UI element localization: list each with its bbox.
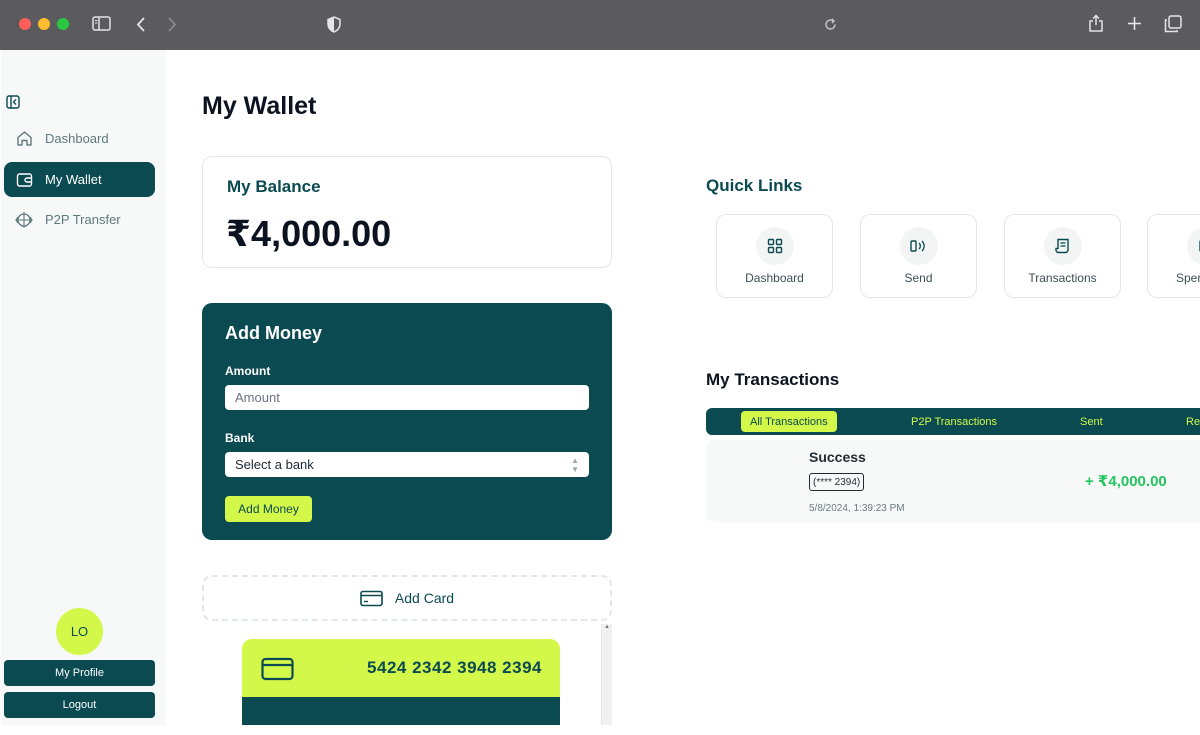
card-preview[interactable]: 5424 2342 3948 2394 [242,639,560,725]
new-tab-icon[interactable] [1127,16,1142,31]
home-icon [15,130,33,148]
transaction-tabs: All Transactions P2P Transactions Sent R… [706,408,1200,435]
quick-link-label: Transactions [1028,271,1097,285]
quick-link-send[interactable]: Send [860,214,977,298]
select-arrows-icon: ▲ ▼ [571,455,579,474]
card-preview-bottom [242,697,560,725]
logout-button[interactable]: Logout [4,692,155,718]
sidebar-item-my-wallet[interactable]: My Wallet [4,162,155,197]
sidebar-item-label: Dashboard [45,131,109,146]
tab-p2p-transactions[interactable]: P2P Transactions [902,411,1006,432]
back-icon[interactable] [136,17,146,32]
bank-label: Bank [225,431,255,445]
receipt-icon [1043,227,1082,265]
transactions-title: My Transactions [706,370,840,389]
contactless-icon [899,227,938,265]
bank-select[interactable]: Select a bank ▲ ▼ [225,452,589,477]
tab-sent[interactable]: Sent [1071,411,1112,432]
sidebar-item-dashboard[interactable]: Dashboard [4,121,155,156]
sidebar-collapse-icon[interactable] [6,95,20,109]
browser-toolbar [0,0,1200,50]
my-profile-button[interactable]: My Profile [4,660,155,686]
card-number: 5424 2342 3948 2394 [367,658,542,677]
sidebar: Dashboard My Wallet P2P Transfer LO My P… [1,50,166,725]
bank-select-value: Select a bank [235,457,314,472]
wallet-icon [15,171,33,189]
page-title: My Wallet [202,92,317,120]
amount-input[interactable]: Amount [225,385,589,410]
transaction-row[interactable]: Success (**** 2394) 5/8/2024, 1:39:23 PM… [706,440,1200,522]
add-money-form: Add Money Amount Amount Bank Select a ba… [202,303,612,540]
quick-link-label: Spen [1176,271,1200,285]
cards-scrollbar[interactable]: ▲ [601,624,612,725]
amount-label: Amount [225,364,271,378]
share-icon[interactable] [1088,14,1104,33]
quick-link-transactions[interactable]: Transactions [1004,214,1121,298]
balance-card: My Balance ₹4,000.00 [202,156,612,268]
add-money-title: Add Money [225,323,322,343]
credit-card-icon [360,590,383,607]
tab-overview-icon[interactable] [1164,15,1182,33]
transaction-status: Success [809,449,866,465]
quick-link-label: Send [904,271,933,285]
sidebar-item-p2p-transfer[interactable]: P2P Transfer [4,202,155,237]
minimize-window-button[interactable] [38,18,50,30]
add-money-button[interactable]: Add Money [225,496,312,522]
add-card-button[interactable]: Add Card [202,575,612,621]
zoom-window-button[interactable] [57,18,69,30]
balance-amount: ₹4,000.00 [226,213,392,254]
credit-card-icon [261,657,294,686]
transfer-icon [15,211,33,229]
quick-links-title: Quick Links [706,176,803,195]
spending-icon [1187,227,1200,265]
add-card-label: Add Card [394,590,455,606]
grid-icon [755,227,794,265]
close-window-button[interactable] [19,18,31,30]
quick-link-label: Dashboard [745,271,804,285]
tab-received[interactable]: Re [1177,411,1200,432]
forward-icon[interactable] [167,17,177,32]
scroll-up-icon[interactable]: ▲ [604,624,610,630]
reload-icon[interactable] [824,18,837,31]
transaction-date: 5/8/2024, 1:39:23 PM [809,503,905,514]
sidebar-item-label: P2P Transfer [45,212,121,227]
avatar[interactable]: LO [56,608,103,655]
sidebar-toggle-icon[interactable] [92,16,111,31]
balance-label: My Balance [227,177,321,196]
shield-icon [327,16,341,33]
quick-link-dashboard[interactable]: Dashboard [716,214,833,298]
sidebar-item-label: My Wallet [45,172,102,187]
quick-link-spend[interactable]: Spen [1147,214,1200,298]
transaction-amount: + ₹4,000.00 [1085,473,1167,490]
tab-all-transactions[interactable]: All Transactions [741,411,837,432]
transaction-card-badge: (**** 2394) [809,473,865,491]
